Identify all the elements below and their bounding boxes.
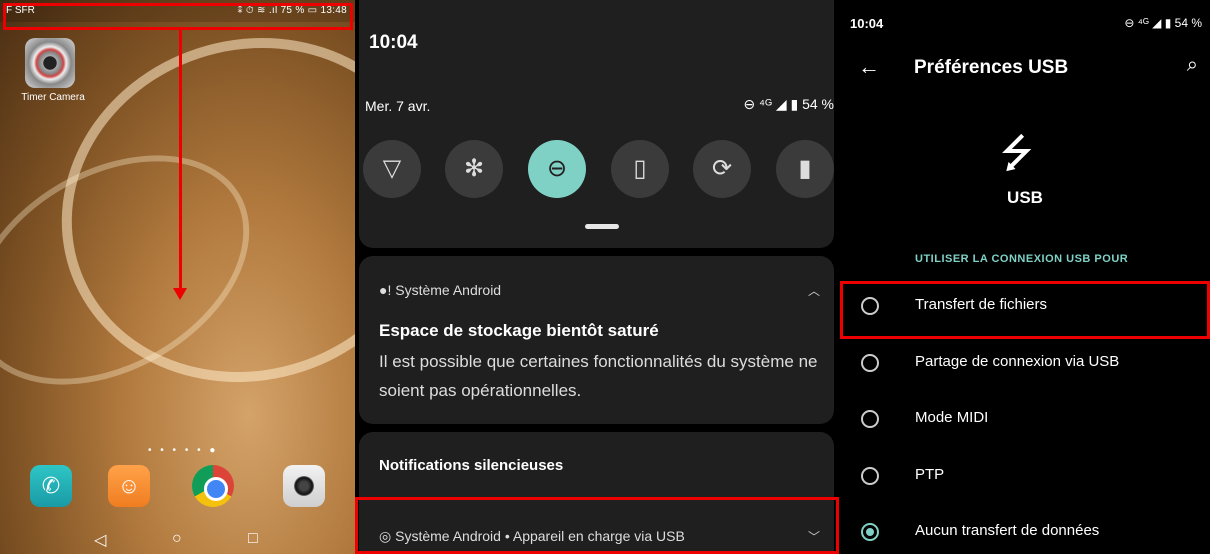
swipe-arrow-line [179, 30, 182, 290]
notification-title: Espace de stockage bientôt saturé [379, 321, 659, 340]
back-arrow-icon[interactable]: ← [858, 54, 880, 80]
silent-notifications-header: Notifications silencieuses [379, 457, 564, 474]
quick-settings-panel [359, 0, 834, 248]
nav-recents-button[interactable]: □ [248, 530, 258, 548]
option-label: Mode MIDI [915, 409, 989, 426]
page-title: Préférences USB [914, 57, 1069, 78]
notification-app-name: Système Android [395, 282, 502, 298]
android-system-icon: ◎ [379, 528, 396, 544]
section-header: UTILISER LA CONNEXION USB POUR [915, 253, 1129, 265]
notification-shade: 10:04 Mer. 7 avr. ⊖ ⁴ᴳ ◢ ▮ 54 % ▽ ✻ ⊖ ▯ … [355, 0, 840, 554]
shade-status-icons: ⊖ ⁴ᴳ ◢ ▮ 54 % [743, 96, 834, 112]
battery-saver-tile-icon[interactable]: ▮ [776, 140, 834, 198]
page-indicator: • • • • • ● [148, 445, 219, 456]
nav-home-button[interactable]: ○ [172, 530, 182, 548]
nav-back-button[interactable]: ◁ [94, 530, 106, 550]
option-label: PTP [915, 466, 945, 483]
notification-body: Il est possible que certaines fonctionna… [379, 352, 818, 400]
option-usb-tethering[interactable]: Partage de connexion via USB [840, 346, 1210, 386]
shade-date[interactable]: Mer. 7 avr. [365, 98, 430, 114]
do-not-disturb-tile-icon[interactable]: ⊖ [528, 140, 586, 198]
radio-button-icon[interactable] [861, 354, 879, 372]
option-label: Aucun transfert de données [915, 522, 1100, 539]
flashlight-tile-icon[interactable]: ▯ [611, 140, 669, 198]
status-time: 10:04 [850, 16, 884, 31]
usb-notification-highlight [355, 497, 839, 554]
shade-time: 10:04 [369, 32, 418, 53]
chrome-app-icon[interactable] [192, 465, 234, 507]
option-midi[interactable]: Mode MIDI [840, 402, 1210, 442]
home-screen: F SFR ⁑ ⏱ ≋ .ıl 75 % ▭ 13:48 Timer Camer… [0, 0, 355, 554]
phone-glyph-icon: ✆ [41, 473, 61, 498]
option-no-data-transfer[interactable]: Aucun transfert de données [840, 515, 1210, 554]
usb-label: USB [1007, 188, 1043, 207]
usb-preferences-screen: 10:04 ⊖ ⁴ᴳ ◢ ▮ 54 % ← Préférences USB ⌕ … [840, 0, 1210, 554]
shade-drag-handle[interactable] [585, 224, 619, 229]
option-label: Partage de connexion via USB [915, 353, 1120, 370]
radio-button-icon[interactable] [861, 467, 879, 485]
usb-notification-row[interactable]: ◎ Système Android • Appareil en charge v… [379, 528, 685, 545]
file-transfer-highlight [840, 281, 1210, 339]
status-bar-highlight [3, 3, 353, 30]
option-ptp[interactable]: PTP [840, 459, 1210, 499]
app-label: Timer Camera [21, 92, 85, 103]
usb-notification-text: Système Android • Appareil en charge via… [395, 528, 685, 544]
radio-button-selected-icon[interactable] [861, 523, 879, 541]
search-icon[interactable]: ⌕ [1187, 54, 1198, 77]
android-system-icon: ●! [379, 282, 396, 298]
auto-rotate-tile-icon[interactable]: ⟳ [693, 140, 751, 198]
expand-chevron-icon[interactable]: ﹀ [808, 528, 820, 545]
camera-app-icon[interactable] [283, 465, 325, 507]
bluetooth-tile-icon[interactable]: ✻ [445, 140, 503, 198]
timer-camera-icon[interactable] [25, 38, 75, 88]
swipe-arrow-head-icon [173, 288, 187, 300]
collapse-chevron-icon[interactable]: ︿ [808, 282, 820, 299]
notification-app-row: ●! Système Android [379, 282, 501, 298]
status-icons: ⊖ ⁴ᴳ ◢ ▮ 54 % [1124, 16, 1202, 30]
contact-glyph-icon: ☺ [117, 473, 141, 498]
wifi-tile-icon[interactable]: ▽ [363, 140, 421, 198]
radio-button-icon[interactable] [861, 410, 879, 428]
usb-icon: ⭍ [1000, 132, 1034, 176]
